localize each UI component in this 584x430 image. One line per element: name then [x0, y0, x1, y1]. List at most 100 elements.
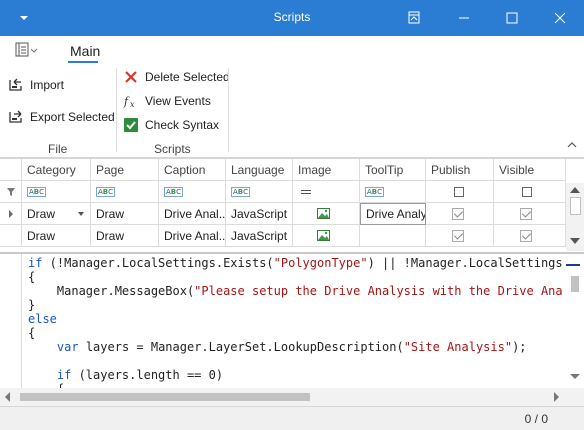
visible-checkbox[interactable]	[520, 229, 532, 242]
editor-scroll-thumb[interactable]	[571, 276, 579, 292]
equals-filter-icon	[301, 189, 311, 194]
delete-x-icon	[125, 71, 137, 83]
cell-caption[interactable]: Drive Anal...	[159, 225, 226, 247]
row-indicator	[0, 203, 22, 225]
image-icon	[317, 208, 330, 219]
group-separator	[116, 68, 117, 152]
text-filter-icon: ABC	[164, 186, 184, 197]
check-syntax-button[interactable]: Check Syntax	[123, 117, 219, 133]
column-header-page[interactable]: Page	[91, 159, 159, 181]
tab-main[interactable]: Main	[70, 43, 100, 59]
svg-text:f: f	[123, 95, 130, 108]
cell-visible[interactable]	[494, 225, 566, 247]
file-group-label: File	[48, 142, 68, 156]
filter-cell-category[interactable]: ABC	[22, 181, 91, 203]
code-line: }	[28, 298, 36, 312]
grid-header-row: Category Page Caption Language Image Too…	[0, 159, 566, 181]
filter-cell-visible[interactable]	[494, 181, 566, 203]
cell-publish[interactable]	[426, 203, 494, 225]
column-header-visible[interactable]: Visible	[494, 159, 566, 181]
import-button[interactable]: Import	[8, 77, 64, 93]
script-editor[interactable]: if (!Manager.LocalSettings.Exists("Polyg…	[0, 252, 584, 406]
application-menu-icon[interactable]	[15, 42, 39, 58]
export-selected-label: Export Selected	[30, 110, 115, 124]
filter-cell-language[interactable]: ABC	[226, 181, 293, 203]
cell-image[interactable]	[293, 203, 360, 225]
cell-image[interactable]	[293, 225, 360, 247]
cell-category[interactable]: Draw	[22, 225, 91, 247]
image-icon	[317, 230, 330, 241]
header-indicator-cell	[0, 159, 22, 181]
text-filter-icon: ABC	[365, 186, 385, 197]
active-tab-indicator	[68, 61, 98, 63]
scripts-group-label: Scripts	[154, 142, 191, 156]
visible-checkbox[interactable]	[520, 207, 532, 220]
cell-caption[interactable]: Drive Anal...	[159, 203, 226, 225]
scroll-down-icon[interactable]	[570, 374, 580, 379]
cell-tooltip[interactable]	[360, 225, 426, 247]
close-icon[interactable]	[550, 8, 570, 28]
import-label: Import	[30, 78, 65, 92]
export-selected-button[interactable]: Export Selected	[8, 109, 115, 125]
code-line: var layers = Manager.LayerSet.LookupDesc…	[56, 340, 527, 354]
code-line: if (!Manager.LocalSettings.Exists("Polyg…	[28, 256, 562, 270]
grid-scroll-thumb[interactable]	[570, 197, 581, 215]
publish-checkbox[interactable]	[452, 229, 464, 242]
collapse-ribbon-icon[interactable]	[566, 140, 578, 150]
column-header-language[interactable]: Language	[226, 159, 293, 181]
column-header-category[interactable]: Category	[22, 159, 91, 181]
grid-filter-row: ABC ABC ABC ABC ABC	[0, 181, 566, 203]
editor-hscroll-thumb[interactable]	[20, 393, 310, 401]
scrollbar-corner	[566, 388, 584, 406]
pin-icon[interactable]	[404, 8, 424, 28]
code-line: else	[28, 312, 57, 326]
column-header-image[interactable]: Image	[293, 159, 360, 181]
filter-cell-page[interactable]: ABC	[91, 181, 159, 203]
ribbon-tab-strip: Main	[0, 36, 584, 64]
cell-visible[interactable]	[494, 203, 566, 225]
check-syntax-label: Check Syntax	[145, 118, 220, 132]
checkbox-filter-icon	[522, 186, 532, 197]
column-header-caption[interactable]: Caption	[159, 159, 226, 181]
code-area[interactable]: if (!Manager.LocalSettings.Exists("Polyg…	[28, 256, 562, 388]
filter-cell-publish[interactable]	[426, 181, 494, 203]
minimize-icon[interactable]	[454, 8, 474, 28]
cell-page[interactable]: Draw	[91, 203, 159, 225]
svg-text:x: x	[130, 100, 135, 109]
filter-cell-tooltip[interactable]: ABC	[360, 181, 426, 203]
table-row[interactable]: Draw Draw Drive Anal... JavaScript	[0, 225, 566, 247]
function-fx-icon: f x	[123, 95, 135, 109]
dropdown-arrow-icon[interactable]	[78, 212, 84, 216]
view-events-button[interactable]: f x View Events	[123, 93, 211, 109]
editor-vertical-scrollbar[interactable]	[566, 270, 584, 388]
text-filter-icon: ABC	[96, 186, 116, 197]
delete-selected-button[interactable]: Delete Selected	[123, 69, 230, 85]
cell-language[interactable]: JavaScript	[226, 225, 293, 247]
import-icon	[9, 78, 22, 91]
cell-tooltip[interactable]: Drive Analy	[360, 203, 426, 225]
scripts-grid: Category Page Caption Language Image Too…	[0, 158, 584, 251]
scroll-left-icon[interactable]	[5, 392, 10, 402]
cell-publish[interactable]	[426, 225, 494, 247]
delete-selected-label: Delete Selected	[145, 70, 230, 84]
column-header-tooltip[interactable]: ToolTip	[360, 159, 426, 181]
cell-category[interactable]: Draw	[22, 203, 91, 225]
cell-page[interactable]: Draw	[91, 225, 159, 247]
maximize-icon[interactable]	[502, 8, 522, 28]
cell-language[interactable]: JavaScript	[226, 203, 293, 225]
scroll-up-icon[interactable]	[570, 187, 580, 193]
filter-cell-caption[interactable]: ABC	[159, 181, 226, 203]
title-bar: Scripts	[0, 0, 584, 36]
scroll-down-icon[interactable]	[570, 238, 580, 244]
filter-cell-image[interactable]	[293, 181, 360, 203]
scroll-right-icon[interactable]	[554, 392, 559, 402]
column-header-publish[interactable]: Publish	[426, 159, 494, 181]
code-line: {	[28, 326, 36, 340]
publish-checkbox[interactable]	[452, 207, 464, 220]
table-row[interactable]: Draw Draw Drive Anal... JavaScript Drive…	[0, 203, 566, 225]
code-line: Manager.MessageBox("Please setup the Dri…	[28, 284, 562, 298]
grid-vertical-scrollbar[interactable]	[566, 183, 584, 251]
editor-horizontal-scrollbar[interactable]	[0, 388, 566, 406]
window-title: Scripts	[273, 10, 311, 24]
current-row-arrow-icon	[8, 209, 13, 218]
